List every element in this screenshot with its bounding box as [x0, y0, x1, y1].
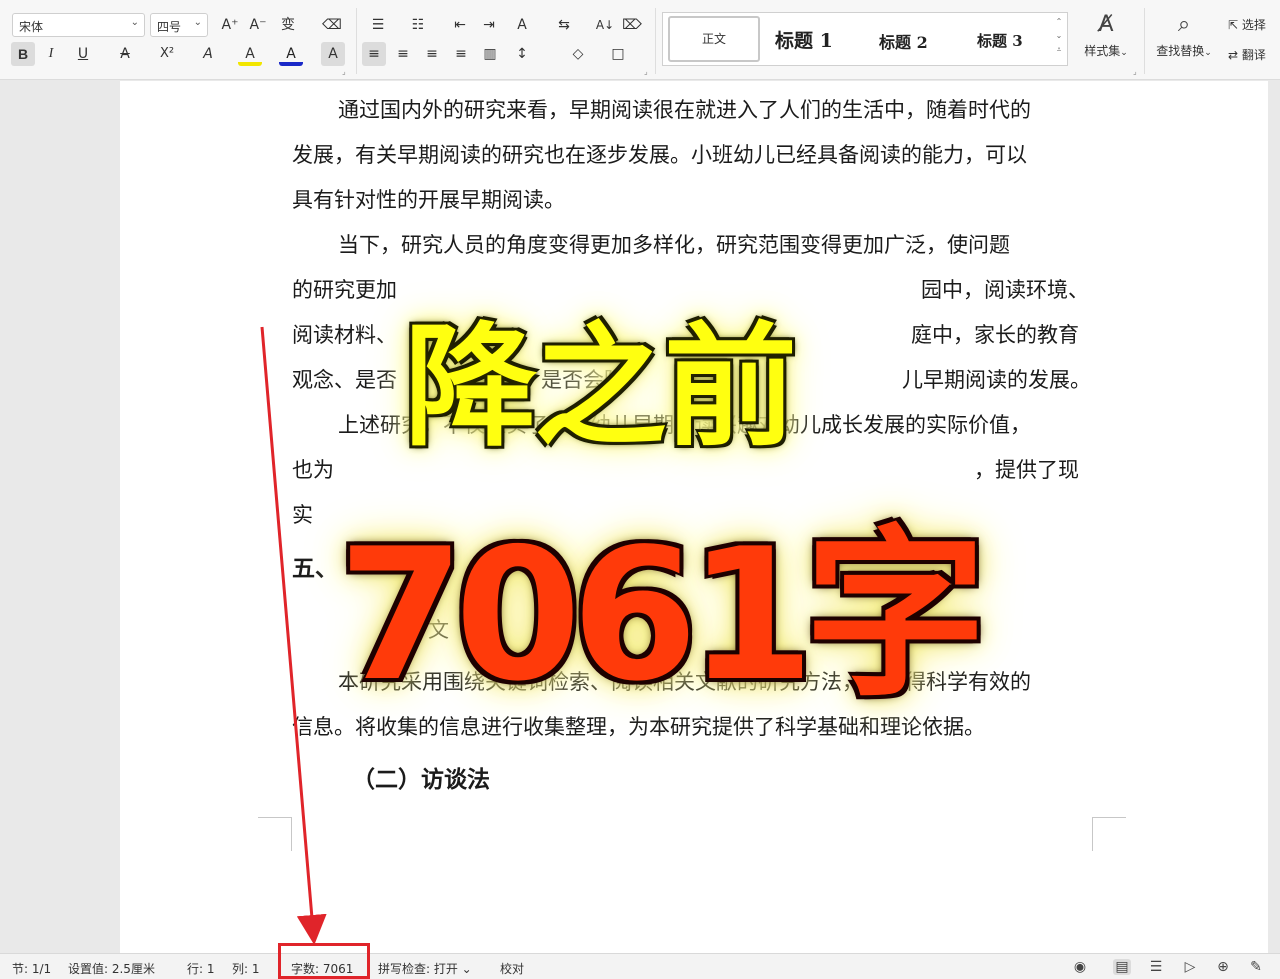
align-center-button[interactable]: ≡ — [391, 42, 415, 66]
text-direction-icon[interactable]: ⇆ — [552, 13, 576, 37]
annotation-highlight-box — [278, 943, 370, 979]
search-icon: ⌕ — [1177, 12, 1191, 37]
page-corner-mark — [1092, 817, 1126, 851]
chevron-down-icon: ⌄ — [130, 17, 139, 28]
web-view-icon[interactable]: ⊕ — [1214, 959, 1232, 975]
paragraph-line: 庭中，家长的教育 — [911, 323, 1079, 347]
ribbon-toolbar: 宋体 ⌄ 四号 ⌄ A⁺ A⁻ 变 ⌫ B I U A X² A A A A ⌟… — [0, 0, 1280, 80]
numbering-icon[interactable]: ☷ — [406, 13, 430, 37]
outline-view-icon[interactable]: ☰ — [1147, 959, 1165, 975]
justify-button[interactable]: ≡ — [449, 42, 473, 66]
paragraph-line: 当下，研究人员的角度变得更加多样化，研究范围变得更加广泛，使问题 — [338, 233, 1010, 257]
paragraph-line: 也为 — [292, 458, 334, 482]
paragraph-line: 观念、是否 — [292, 368, 397, 392]
font-dialog-launcher-icon[interactable]: ⌟ — [342, 67, 346, 76]
cursor-arrow-icon: ⇱ — [1228, 18, 1239, 32]
overlay-caption-count: 7061字 — [338, 509, 987, 721]
row-indicator[interactable]: 行: 1 — [187, 960, 215, 977]
grow-font-icon[interactable]: A⁺ — [218, 13, 242, 37]
paragraph-line: 发展，有关早期阅读的研究也在逐步发展。小班幼儿已经具备阅读的能力，可以 — [292, 143, 1027, 167]
font-color-button[interactable]: A — [279, 42, 303, 66]
paragraph-line: 通过国内外的研究来看，早期阅读很在就进入了人们的生活中，随着时代的 — [338, 98, 1031, 122]
column-indicator[interactable]: 列: 1 — [232, 960, 260, 977]
paragraph-line: 阅读材料、 — [292, 323, 397, 347]
document-canvas: 通过国内外的研究来看，早期阅读很在就进入了人们的生活中，随着时代的 发展，有关早… — [0, 81, 1280, 953]
proofread-button[interactable]: 校对 — [500, 960, 524, 977]
gallery-scroll-icon[interactable]: ⌃ ⌄ ⩡ — [1053, 15, 1065, 63]
font-size-dropdown[interactable]: 四号 ⌄ — [150, 13, 208, 37]
chevron-down-icon: ⌄ — [193, 17, 202, 28]
page-corner-mark — [258, 817, 292, 851]
align-right-button[interactable]: ≡ — [420, 42, 444, 66]
text-effect-icon[interactable]: A — [196, 42, 220, 66]
select-label: 选择 — [1241, 18, 1266, 32]
font-size-value: 四号 — [157, 20, 182, 34]
subsection-heading: （二）访谈法 — [352, 766, 490, 793]
translate-icon: ⇄ — [1228, 48, 1239, 62]
underline-button[interactable]: U — [71, 42, 95, 66]
spell-check-label: 拼写检查: 打开 — [378, 962, 458, 976]
shrink-font-icon[interactable]: A⁻ — [246, 13, 270, 37]
paragraph-line: ，提供了现 — [974, 458, 1079, 482]
line-spacing-icon[interactable]: ↕ — [510, 42, 534, 66]
char-scale-icon[interactable]: A — [510, 13, 534, 37]
borders-icon[interactable]: □ — [606, 42, 630, 66]
play-icon[interactable]: ▷ — [1181, 959, 1199, 975]
overlay-caption-before: 降之前 — [404, 311, 797, 465]
page-view-icon[interactable]: ▤ — [1113, 959, 1131, 975]
setting-indicator[interactable]: 设置值: 2.5厘米 — [68, 960, 155, 977]
distribute-button[interactable]: ▥ — [478, 42, 502, 66]
superscript-button[interactable]: X² — [155, 42, 179, 66]
section-heading: 五、 — [292, 555, 338, 582]
strikethrough-button[interactable]: A — [113, 42, 137, 66]
increase-indent-icon[interactable]: ⇥ — [477, 13, 501, 37]
bold-button[interactable]: B — [11, 42, 35, 66]
font-name-value: 宋体 — [19, 20, 44, 34]
style-heading-3[interactable]: 标题 3 — [977, 30, 1023, 51]
ribbon-divider — [1144, 8, 1145, 74]
decrease-indent-icon[interactable]: ⇤ — [448, 13, 472, 37]
pen-icon[interactable]: ✎ — [1247, 959, 1265, 975]
paragraph-shading-icon[interactable]: ◇ — [566, 42, 590, 66]
paragraph-line: 园中，阅读环境、 — [921, 278, 1089, 302]
paragraph-dialog-launcher-icon[interactable]: ⌟ — [644, 67, 648, 76]
style-normal[interactable]: 正文 — [668, 16, 760, 62]
paragraph-line: 具有针对性的开展早期阅读。 — [292, 188, 565, 212]
sort-icon[interactable]: A↓ — [593, 13, 617, 37]
style-set-icon: A̸ — [1098, 12, 1114, 37]
phonetic-guide-icon[interactable]: 变 — [276, 13, 300, 37]
highlight-color-button[interactable]: A — [238, 42, 262, 66]
font-name-dropdown[interactable]: 宋体 ⌄ — [12, 13, 145, 37]
style-set-button[interactable]: A̸ 样式集⌄ — [1078, 12, 1134, 59]
spell-check-toggle[interactable]: 拼写检查: 打开 ⌄ — [378, 960, 472, 977]
paragraph-line: 实 — [292, 503, 313, 527]
ribbon-divider — [356, 8, 357, 74]
status-bar: 节: 1/1 设置值: 2.5厘米 行: 1 列: 1 字数: 7061 拼写检… — [0, 953, 1280, 979]
paragraph-line: 儿早期阅读的发展。 — [902, 368, 1091, 392]
eye-protection-icon[interactable]: ◉ — [1071, 959, 1089, 975]
style-set-label: 样式集 — [1084, 44, 1121, 58]
style-gallery: 正文 标题 1 标题 2 标题 3 ⌃ ⌄ ⩡ — [662, 12, 1068, 66]
bullets-icon[interactable]: ☰ — [366, 13, 390, 37]
find-replace-label: 查找替换 — [1156, 44, 1205, 58]
ribbon-divider — [655, 8, 656, 74]
section-indicator[interactable]: 节: 1/1 — [12, 960, 51, 977]
find-replace-button[interactable]: ⌕ 查找替换⌄ — [1152, 12, 1216, 59]
style-heading-2[interactable]: 标题 2 — [879, 29, 928, 53]
char-shading-button[interactable]: A — [321, 42, 345, 66]
paragraph-line: 的研究更加 — [292, 278, 397, 302]
styles-dialog-launcher-icon[interactable]: ⌟ — [1133, 67, 1137, 76]
clear-format-icon[interactable]: ⌫ — [320, 13, 344, 37]
select-button[interactable]: ⇱ 选择 — [1228, 16, 1266, 33]
show-marks-icon[interactable]: ⌦ — [620, 13, 644, 37]
italic-button[interactable]: I — [39, 42, 63, 66]
align-left-button[interactable]: ≡ — [362, 42, 386, 66]
translate-label: 翻译 — [1241, 48, 1266, 62]
style-heading-1[interactable]: 标题 1 — [775, 26, 833, 53]
translate-button[interactable]: ⇄ 翻译 — [1228, 46, 1266, 63]
